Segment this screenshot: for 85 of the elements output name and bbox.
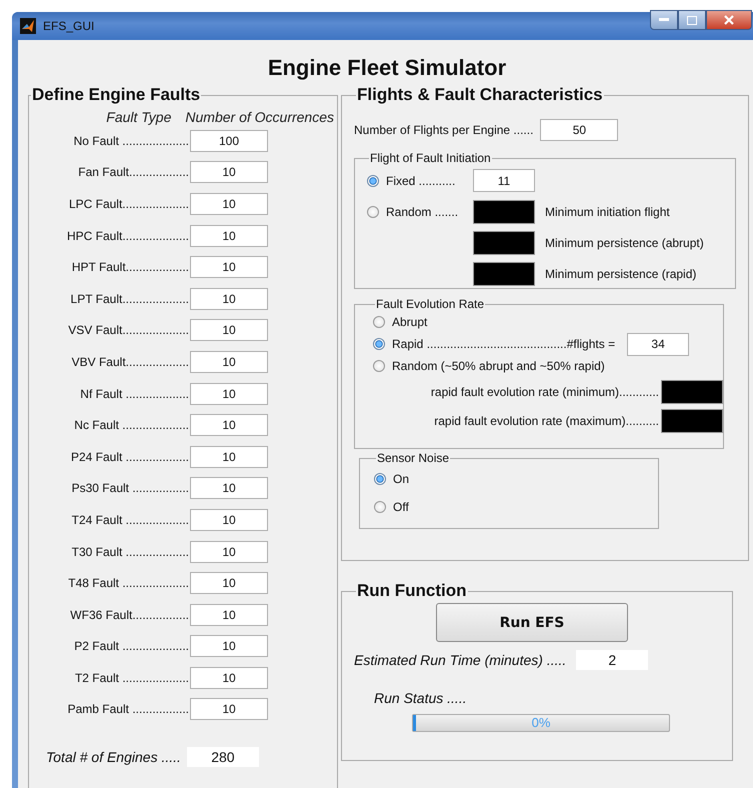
- close-icon: [724, 15, 734, 25]
- occurrences-field[interactable]: 10: [190, 382, 268, 405]
- occurrences-field[interactable]: 10: [190, 508, 268, 531]
- fault-label: T30 Fault ...................: [70, 544, 190, 559]
- fault-label: P24 Fault ...................: [70, 450, 190, 464]
- fault-label: Ps30 Fault .................: [70, 481, 190, 496]
- run-time-value: 2: [576, 650, 648, 670]
- fault-label: No Fault ....................: [72, 134, 190, 148]
- occurrences-field[interactable]: 10: [190, 446, 268, 468]
- fault-label: Nf Fault ...................: [79, 386, 190, 401]
- progress-text: 0%: [530, 715, 552, 731]
- field-label: rapid fault evolution rate (minimum)............: [430, 384, 659, 398]
- option-label: On: [393, 472, 410, 486]
- minimize-icon: [659, 18, 669, 22]
- fault-label: LPT Fault....................: [70, 292, 190, 306]
- option-label: Random (~50% abrupt and ~50% rapid): [392, 359, 605, 373]
- fault-label: T24 Fault ...................: [70, 512, 190, 527]
- option-label: Fixed ...........: [386, 174, 456, 188]
- fault-label: LPC Fault....................: [68, 196, 190, 211]
- fault-label: Nc Fault ....................: [73, 418, 190, 432]
- app-heading: Engine Fleet Simulator: [266, 54, 508, 82]
- panel-title: Run Function: [356, 581, 468, 601]
- total-label: Total # of Engines .....: [46, 749, 181, 766]
- fault-label: Fan Fault..................: [77, 165, 190, 180]
- flights-field[interactable]: 50: [540, 119, 618, 141]
- option-label: Rapid ..........................................#flights =: [392, 337, 616, 351]
- status-label: Run Status .....: [374, 690, 468, 706]
- occurrences-field[interactable]: 10: [190, 414, 268, 436]
- field-label: Minimum persistence (rapid): [545, 266, 696, 280]
- minimize-button[interactable]: [650, 10, 678, 30]
- total-value: 280: [186, 747, 259, 768]
- radio-button[interactable]: [373, 338, 385, 350]
- field-label: Minimum persistence (abrupt): [545, 236, 704, 250]
- occurrences-field[interactable]: 10: [190, 477, 268, 500]
- radio-button[interactable]: [367, 206, 379, 218]
- occurrences-field[interactable]: 10: [190, 572, 268, 594]
- option-label: Abrupt: [392, 315, 428, 329]
- maximize-icon: [687, 16, 697, 24]
- fault-label: P2 Fault ....................: [73, 639, 190, 654]
- occurrences-field[interactable]: 10: [190, 288, 268, 310]
- occurrences-field[interactable]: 10: [190, 540, 268, 563]
- occurrences-field[interactable]: 10: [190, 604, 268, 626]
- maximize-button[interactable]: [678, 10, 706, 30]
- radio-button[interactable]: [373, 316, 385, 328]
- radio-button[interactable]: [367, 174, 379, 186]
- radio-button[interactable]: [373, 360, 385, 372]
- fault-label: Pamb Fault .................: [66, 702, 190, 716]
- option-label: Random .......: [386, 204, 460, 218]
- fault-label: VSV Fault....................: [67, 323, 190, 338]
- occurrences-field[interactable]: 10: [190, 192, 268, 215]
- occurrences-field[interactable]: 10: [190, 635, 268, 658]
- occurrences-field[interactable]: 10: [190, 256, 268, 278]
- close-button[interactable]: [706, 10, 752, 30]
- fault-label: HPT Fault...................: [70, 260, 190, 274]
- occurrences-field[interactable]: 10: [190, 161, 268, 184]
- flights-count-field[interactable]: 34: [627, 332, 690, 356]
- fault-label: WF36 Fault.................: [69, 608, 190, 622]
- occurrences-field[interactable]: 10: [190, 666, 268, 689]
- option-label: Off: [393, 500, 409, 514]
- fault-label: T2 Fault ....................: [74, 670, 190, 685]
- initiation-field[interactable]: 11: [473, 169, 535, 192]
- app-logo-icon: [20, 18, 36, 34]
- group-title: Flight of Fault Initiation: [369, 151, 492, 165]
- fault-label: VBV Fault...................: [70, 354, 190, 369]
- group-title: Sensor Noise: [376, 451, 450, 465]
- column-header: Number of Occurrences: [185, 109, 334, 125]
- occurrences-field[interactable]: 10: [190, 350, 268, 373]
- occurrences-field[interactable]: 10: [190, 698, 268, 720]
- window-title: EFS_GUI: [43, 19, 94, 33]
- occurrences-field[interactable]: 100: [190, 130, 268, 152]
- occurrences-field[interactable]: 10: [190, 224, 268, 247]
- run-button[interactable]: Run EFS: [436, 603, 628, 642]
- radio-button[interactable]: [374, 473, 386, 485]
- column-header: Fault Type: [106, 109, 172, 125]
- field-label: rapid fault evolution rate (maximum)..........: [434, 414, 659, 428]
- fault-label: HPC Fault....................: [66, 228, 190, 243]
- occurrences-field[interactable]: 10: [190, 319, 268, 342]
- flights-label: Number of Flights per Engine ......: [354, 123, 534, 137]
- group-title: Fault Evolution Rate: [375, 297, 486, 311]
- panel-title: Flights & Fault Characteristics: [356, 85, 604, 105]
- field-label: Minimum initiation flight: [545, 204, 670, 218]
- run-time-label: Estimated Run Time (minutes) .....: [354, 652, 566, 668]
- radio-button[interactable]: [374, 501, 386, 513]
- panel-title: Define Engine Faults: [31, 85, 202, 105]
- fault-label: T48 Fault ....................: [67, 576, 190, 590]
